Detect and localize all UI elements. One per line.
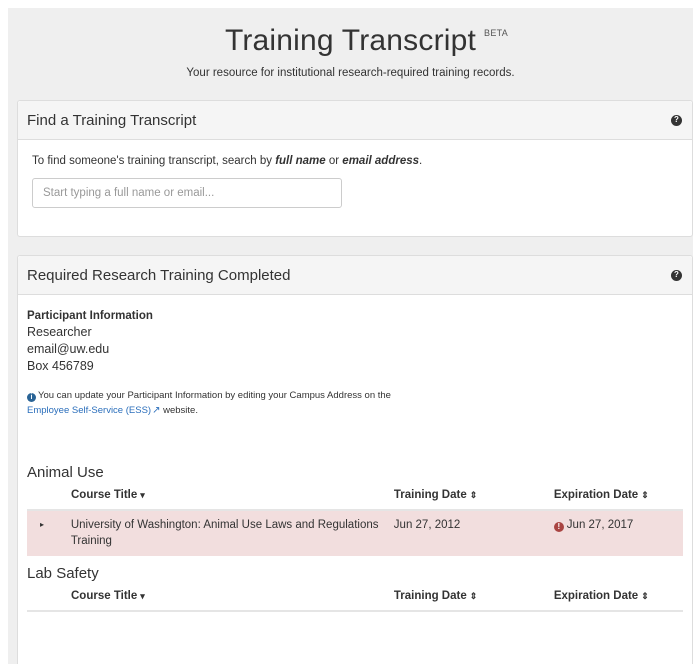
find-panel-body: To find someone's training transcript, s… (18, 140, 692, 223)
info-circle-icon: i (27, 393, 36, 402)
page-title: Training Transcript BETA (224, 24, 508, 58)
column-label: Course Title (71, 590, 138, 602)
participant-box: Box 456789 (27, 359, 94, 373)
training-date-cell: Jun 27, 2012 (393, 519, 461, 531)
expand-caret-icon[interactable]: ▸ (27, 517, 71, 533)
sort-icon: ⇕ (641, 490, 649, 500)
page-title-text: Training Transcript (224, 24, 477, 57)
table-header-animal-use: Course Title ▾ Training Date ⇕ Expiration … (27, 481, 683, 511)
column-header-training-date[interactable]: Training Date ⇕ (394, 590, 554, 602)
note-suffix: website. (163, 405, 198, 416)
exclamation-circle-icon: ! (553, 522, 564, 532)
instructions-suffix: . (419, 155, 423, 167)
search-input[interactable] (32, 178, 342, 208)
course-title-cell: University of Washington: Animal Use Law… (70, 519, 379, 547)
instructions-term-name: full name (275, 155, 326, 167)
required-panel-title: Required Research Training Completed (27, 266, 291, 284)
column-label: Course Title (71, 489, 138, 501)
ess-link-label: Employee Self-Service (ESS) (27, 405, 152, 416)
question-circle-icon[interactable]: ? (671, 269, 682, 281)
column-header-course-title[interactable]: Course Title ▾ (27, 590, 394, 602)
find-transcript-panel: Find a Training Transcript ? To find som… (17, 100, 693, 237)
page: Training Transcript BETA Your resource f… (8, 8, 693, 664)
column-header-course-title[interactable]: Course Title ▾ (27, 489, 394, 501)
column-label: Training Date (393, 489, 467, 501)
participant-info-heading: Participant Information (27, 310, 153, 322)
sort-icon: ⇕ (469, 490, 478, 500)
participant-info-note: i You can update your Participant Informa… (27, 388, 683, 418)
external-link-icon: ↗ (152, 405, 161, 416)
section-title-animal-use: Animal Use (27, 464, 104, 481)
instructions-mid: or (325, 155, 343, 167)
find-panel-title: Find a Training Transcript (27, 111, 197, 129)
instructions-prefix: To find someone's training transcript, s… (32, 155, 276, 167)
required-training-panel: Required Research Training Completed ? P… (17, 255, 693, 664)
sort-icon: ⇕ (641, 591, 649, 601)
note-text: You can update your Participant Informat… (38, 390, 391, 401)
column-header-expiration-date[interactable]: Expiration Date ⇕ (554, 489, 683, 501)
section-title-lab-safety: Lab Safety (27, 565, 99, 582)
ess-link[interactable]: Employee Self-Service (ESS)↗ (27, 405, 160, 416)
column-label: Expiration Date (553, 489, 639, 501)
find-panel-heading: Find a Training Transcript ? (18, 101, 692, 140)
sort-caret-down-icon: ▾ (140, 591, 145, 601)
column-label: Training Date (393, 590, 467, 602)
required-panel-body: Participant Information Researcher email… (18, 295, 692, 612)
table-header-lab-safety: Course Title ▾ Training Date ⇕ Expiration … (27, 582, 683, 612)
participant-role: Researcher (27, 325, 92, 339)
question-circle-icon[interactable]: ? (671, 114, 682, 126)
expiration-date-value: Jun 27, 2017 (566, 519, 634, 531)
instructions-term-email: email address (342, 155, 420, 167)
beta-badge: BETA (484, 28, 509, 38)
page-header: Training Transcript BETA Your resource f… (8, 8, 693, 98)
table-row[interactable]: ▸ University of Washington: Animal Use L… (27, 511, 683, 556)
expiration-date-cell: ! Jun 27, 2017 (553, 517, 683, 533)
required-panel-heading: Required Research Training Completed ? (18, 256, 692, 295)
column-header-expiration-date[interactable]: Expiration Date ⇕ (554, 590, 683, 602)
column-label: Expiration Date (553, 590, 639, 602)
search-instructions: To find someone's training transcript, s… (32, 155, 678, 167)
sort-caret-down-icon: ▾ (140, 490, 145, 500)
participant-email: email@uw.edu (27, 342, 110, 356)
page-subtitle: Your resource for institutional research… (186, 67, 515, 79)
sort-icon: ⇕ (469, 591, 478, 601)
column-header-training-date[interactable]: Training Date ⇕ (394, 489, 554, 501)
